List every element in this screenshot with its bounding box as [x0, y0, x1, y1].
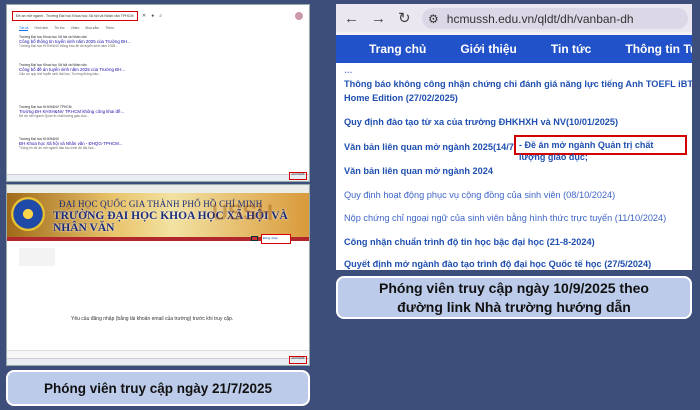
list-item[interactable]: Quyết định mở ngành đào tạo trình độ đại…: [344, 259, 651, 270]
back-icon[interactable]: ←: [344, 10, 359, 27]
search-box[interactable]: Đề án mở ngành - Trường Đại học Khoa học…: [12, 11, 138, 21]
forward-icon[interactable]: →: [371, 10, 386, 27]
url-text: hcmussh.edu.vn/qldt/dh/vanban-dh: [446, 11, 634, 26]
menu-admissions[interactable]: Thông tin Tuyể: [625, 42, 692, 56]
language-flag-icon[interactable]: [251, 236, 258, 241]
tab-videos[interactable]: Video: [71, 26, 80, 31]
mic-icon[interactable]: ●: [151, 13, 154, 19]
caption-right-line1: Phóng viên truy cập ngày 10/9/2025 theo: [379, 279, 649, 296]
search-tools: ✕ ● ⌕: [142, 13, 162, 19]
taskbar-clock: 21/07/2025: [289, 356, 307, 364]
list-item-cut: …: [344, 65, 353, 75]
close-icon[interactable]: ✕: [142, 13, 146, 19]
result-desc: Căn cứ quy chế tuyển sinh đại học, Trườn…: [19, 72, 101, 77]
reload-icon[interactable]: ↻: [398, 9, 411, 27]
tab-news[interactable]: Tin tức: [54, 26, 64, 31]
search-result[interactable]: Trường Đại học KHXH&NV TPHCM Trường ĐH K…: [19, 105, 169, 118]
caption-left: Phóng viên truy cập ngày 21/7/2025: [6, 370, 310, 406]
sidebar-block: [19, 248, 55, 266]
document-list: … Thông báo không công nhận chứng chỉ đá…: [336, 63, 692, 270]
caption-right: Phóng viên truy cập ngày 10/9/2025 theo …: [336, 276, 692, 319]
list-item[interactable]: Nộp chứng chỉ ngoại ngữ của sinh viên bằ…: [344, 213, 666, 225]
highlighted-link[interactable]: - Đề án mở ngành Quản trị chất lượng giá…: [514, 135, 687, 162]
search-icon[interactable]: ⌕: [159, 13, 162, 19]
site-footer: [7, 350, 309, 358]
list-item[interactable]: Quy định đào tạo từ xa của trường ĐHKHXH…: [344, 117, 618, 129]
site-watermark: USSH: [212, 200, 274, 225]
list-item[interactable]: Home Edition (27/02/2025): [344, 93, 458, 105]
tab-shopping[interactable]: Mua sắm: [85, 26, 99, 31]
menu-about[interactable]: Giới thiệu: [460, 42, 517, 56]
browser-screenshot: ← → ↻ ⚙ hcmussh.edu.vn/qldt/dh/vanban-dh…: [336, 4, 692, 270]
list-item[interactable]: Thông báo không công nhận chứng chỉ đánh…: [344, 79, 692, 91]
search-result[interactable]: Trường Đại học KHXH&NV ĐH Khoa học Xã hộ…: [19, 137, 169, 150]
search-result[interactable]: Trường Đại học Khoa học Xã hội và Nhân v…: [19, 63, 169, 76]
address-bar[interactable]: ⚙ hcmussh.edu.vn/qldt/dh/vanban-dh: [422, 8, 688, 29]
university-logo-icon: [11, 197, 45, 231]
result-desc: Đề án mở ngành Quản trị chất lượng giáo …: [19, 114, 90, 119]
site-info-icon[interactable]: ⚙: [428, 12, 439, 26]
search-tabs: Tất cả Hình ảnh Tin tức Video Mua sắm Th…: [19, 26, 114, 31]
google-search-screenshot: Đề án mở ngành - Trường Đại học Khoa học…: [6, 4, 310, 182]
result-desc: Trường Đại học KHXH&NV thông báo đề án t…: [19, 44, 118, 49]
taskbar: [7, 174, 309, 181]
avatar[interactable]: [295, 12, 303, 20]
caption-right-line2: đường link Nhà trường hướng dẫn: [397, 298, 631, 315]
result-desc: Thông tin đề án mở ngành đào tạo trình đ…: [19, 146, 97, 151]
list-item[interactable]: Công nhận chuẩn trình độ tin học bậc đại…: [344, 237, 595, 249]
university-site-screenshot: ĐẠI HỌC QUỐC GIA THÀNH PHỐ HỒ CHÍ MINH T…: [6, 184, 310, 366]
taskbar: [7, 358, 309, 365]
list-item[interactable]: Quy định hoạt động phục vụ cộng đồng của…: [344, 190, 615, 202]
menu-news[interactable]: Tin tức: [551, 42, 591, 56]
tab-images[interactable]: Hình ảnh: [34, 26, 48, 31]
browser-bar: [7, 185, 309, 193]
tab-all[interactable]: Tất cả: [19, 26, 29, 31]
tab-more[interactable]: Thêm: [105, 26, 114, 31]
menu-home[interactable]: Trang chủ: [369, 42, 426, 56]
taskbar-clock: 21/07/2025: [289, 172, 307, 180]
login-required-notice: Yêu cầu đăng nhập (bằng tài khoản email …: [71, 316, 234, 322]
search-result[interactable]: Trường Đại học Khoa học Xã hội và Nhân v…: [19, 35, 169, 48]
site-menu: Trang chủ Giới thiệu Tin tức Thông tin T…: [336, 35, 692, 63]
login-button[interactable]: Đăng nhập: [261, 234, 291, 244]
list-item[interactable]: Văn bản liên quan mở ngành 2024: [344, 166, 493, 178]
